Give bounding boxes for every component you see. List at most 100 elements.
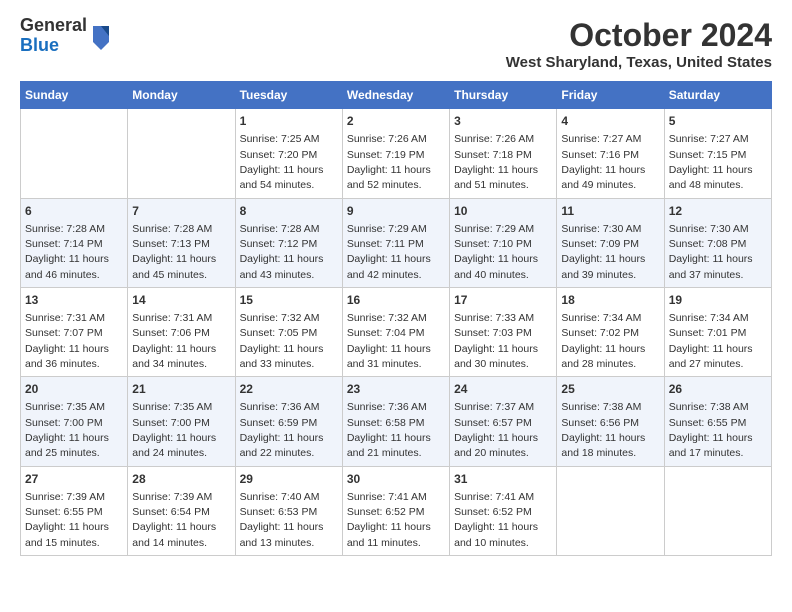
day-info: Sunrise: 7:30 AMSunset: 7:08 PMDaylight:…	[669, 223, 753, 281]
calendar-cell: 27Sunrise: 7:39 AMSunset: 6:55 PMDayligh…	[21, 466, 128, 555]
day-info: Sunrise: 7:25 AMSunset: 7:20 PMDaylight:…	[240, 133, 324, 191]
day-number: 28	[132, 471, 230, 488]
calendar-cell: 10 Sunrise: 7:29 AMSunset: 7:10 PMDayligh…	[450, 198, 557, 287]
logo-general: General	[20, 15, 87, 35]
logo-blue: Blue	[20, 35, 59, 55]
day-info: Sunrise: 7:40 AMSunset: 6:53 PMDaylight:…	[240, 491, 324, 549]
day-number: 21	[132, 381, 230, 398]
day-number: 8	[240, 203, 338, 220]
day-info: Sunrise: 7:26 AMSunset: 7:19 PMDaylight:…	[347, 133, 431, 191]
day-number: 2	[347, 113, 445, 130]
day-number: 22	[240, 381, 338, 398]
day-number: 10	[454, 203, 552, 220]
day-number: 14	[132, 292, 230, 309]
day-number: 16	[347, 292, 445, 309]
day-info: Sunrise: 7:31 AMSunset: 7:07 PMDaylight:…	[25, 312, 109, 370]
day-info: Sunrise: 7:34 AMSunset: 7:01 PMDaylight:…	[669, 312, 753, 370]
calendar-cell: 7 Sunrise: 7:28 AMSunset: 7:13 PMDaylight…	[128, 198, 235, 287]
day-info: Sunrise: 7:31 AMSunset: 7:06 PMDaylight:…	[132, 312, 216, 370]
calendar-cell: 9 Sunrise: 7:29 AMSunset: 7:11 PMDaylight…	[342, 198, 449, 287]
day-info: Sunrise: 7:28 AMSunset: 7:13 PMDaylight:…	[132, 223, 216, 281]
day-info: Sunrise: 7:26 AMSunset: 7:18 PMDaylight:…	[454, 133, 538, 191]
day-number: 18	[561, 292, 659, 309]
calendar-cell: 3 Sunrise: 7:26 AMSunset: 7:18 PMDaylight…	[450, 109, 557, 198]
day-number: 12	[669, 203, 767, 220]
calendar-cell	[664, 466, 771, 555]
day-number: 26	[669, 381, 767, 398]
day-number: 27	[25, 471, 123, 488]
calendar-cell: 25 Sunrise: 7:38 AMSunset: 6:56 PMDayligh…	[557, 377, 664, 466]
calendar-cell: 16 Sunrise: 7:32 AMSunset: 7:04 PMDayligh…	[342, 288, 449, 377]
header-day-monday: Monday	[128, 82, 235, 109]
calendar-cell: 13 Sunrise: 7:31 AMSunset: 7:07 PMDayligh…	[21, 288, 128, 377]
day-number: 5	[669, 113, 767, 130]
calendar-cell: 12 Sunrise: 7:30 AMSunset: 7:08 PMDayligh…	[664, 198, 771, 287]
day-info: Sunrise: 7:35 AMSunset: 7:00 PMDaylight:…	[25, 401, 109, 459]
day-number: 20	[25, 381, 123, 398]
day-number: 23	[347, 381, 445, 398]
day-info: Sunrise: 7:35 AMSunset: 7:00 PMDaylight:…	[132, 401, 216, 459]
day-number: 1	[240, 113, 338, 130]
header-day-tuesday: Tuesday	[235, 82, 342, 109]
calendar-cell: 4Sunrise: 7:27 AMSunset: 7:16 PMDaylight…	[557, 109, 664, 198]
calendar-cell: 29Sunrise: 7:40 AMSunset: 6:53 PMDayligh…	[235, 466, 342, 555]
title-block: October 2024 West Sharyland, Texas, Unit…	[506, 16, 772, 71]
day-info: Sunrise: 7:28 AMSunset: 7:14 PMDaylight:…	[25, 223, 109, 281]
calendar-cell: 14 Sunrise: 7:31 AMSunset: 7:06 PMDayligh…	[128, 288, 235, 377]
day-number: 24	[454, 381, 552, 398]
day-number: 31	[454, 471, 552, 488]
calendar-cell: 30Sunrise: 7:41 AMSunset: 6:52 PMDayligh…	[342, 466, 449, 555]
day-info: Sunrise: 7:36 AMSunset: 6:58 PMDaylight:…	[347, 401, 431, 459]
page-header: General Blue October 2024 West Sharyland…	[20, 16, 772, 71]
calendar-cell: 28 Sunrise: 7:39 AMSunset: 6:54 PMDayligh…	[128, 466, 235, 555]
header-day-wednesday: Wednesday	[342, 82, 449, 109]
day-info: Sunrise: 7:41 AMSunset: 6:52 PMDaylight:…	[347, 491, 431, 549]
day-number: 15	[240, 292, 338, 309]
day-info: Sunrise: 7:33 AMSunset: 7:03 PMDaylight:…	[454, 312, 538, 370]
day-info: Sunrise: 7:36 AMSunset: 6:59 PMDaylight:…	[240, 401, 324, 459]
day-number: 17	[454, 292, 552, 309]
day-info: Sunrise: 7:41 AMSunset: 6:52 PMDaylight:…	[454, 491, 538, 549]
day-number: 3	[454, 113, 552, 130]
calendar-cell	[128, 109, 235, 198]
calendar-cell: 20 Sunrise: 7:35 AMSunset: 7:00 PMDayligh…	[21, 377, 128, 466]
day-number: 19	[669, 292, 767, 309]
day-info: Sunrise: 7:27 AMSunset: 7:16 PMDaylight:…	[561, 133, 645, 191]
day-info: Sunrise: 7:38 AMSunset: 6:56 PMDaylight:…	[561, 401, 645, 459]
day-info: Sunrise: 7:32 AMSunset: 7:04 PMDaylight:…	[347, 312, 431, 370]
day-info: Sunrise: 7:29 AMSunset: 7:11 PMDaylight:…	[347, 223, 431, 281]
calendar-cell: 19 Sunrise: 7:34 AMSunset: 7:01 PMDayligh…	[664, 288, 771, 377]
day-info: Sunrise: 7:29 AMSunset: 7:10 PMDaylight:…	[454, 223, 538, 281]
calendar-header: SundayMondayTuesdayWednesdayThursdayFrid…	[21, 82, 772, 109]
calendar-cell: 23 Sunrise: 7:36 AMSunset: 6:58 PMDayligh…	[342, 377, 449, 466]
calendar-cell	[557, 466, 664, 555]
logo-text: General Blue	[20, 16, 87, 56]
day-number: 6	[25, 203, 123, 220]
header-row: SundayMondayTuesdayWednesdayThursdayFrid…	[21, 82, 772, 109]
header-day-saturday: Saturday	[664, 82, 771, 109]
day-info: Sunrise: 7:39 AMSunset: 6:54 PMDaylight:…	[132, 491, 216, 549]
day-info: Sunrise: 7:34 AMSunset: 7:02 PMDaylight:…	[561, 312, 645, 370]
week-row-1: 1 Sunrise: 7:25 AMSunset: 7:20 PMDaylight…	[21, 109, 772, 198]
day-info: Sunrise: 7:37 AMSunset: 6:57 PMDaylight:…	[454, 401, 538, 459]
logo: General Blue	[20, 16, 113, 56]
day-info: Sunrise: 7:38 AMSunset: 6:55 PMDaylight:…	[669, 401, 753, 459]
calendar-cell: 31 Sunrise: 7:41 AMSunset: 6:52 PMDayligh…	[450, 466, 557, 555]
day-number: 13	[25, 292, 123, 309]
calendar-cell	[21, 109, 128, 198]
header-day-thursday: Thursday	[450, 82, 557, 109]
day-info: Sunrise: 7:32 AMSunset: 7:05 PMDaylight:…	[240, 312, 324, 370]
calendar-cell: 6 Sunrise: 7:28 AMSunset: 7:14 PMDaylight…	[21, 198, 128, 287]
calendar-cell: 26 Sunrise: 7:38 AMSunset: 6:55 PMDayligh…	[664, 377, 771, 466]
day-info: Sunrise: 7:30 AMSunset: 7:09 PMDaylight:…	[561, 223, 645, 281]
week-row-3: 13 Sunrise: 7:31 AMSunset: 7:07 PMDayligh…	[21, 288, 772, 377]
calendar-cell: 24 Sunrise: 7:37 AMSunset: 6:57 PMDayligh…	[450, 377, 557, 466]
day-number: 7	[132, 203, 230, 220]
calendar-cell: 1 Sunrise: 7:25 AMSunset: 7:20 PMDaylight…	[235, 109, 342, 198]
day-number: 25	[561, 381, 659, 398]
day-number: 9	[347, 203, 445, 220]
week-row-2: 6 Sunrise: 7:28 AMSunset: 7:14 PMDaylight…	[21, 198, 772, 287]
subtitle: West Sharyland, Texas, United States	[506, 54, 772, 71]
calendar-cell: 17 Sunrise: 7:33 AMSunset: 7:03 PMDayligh…	[450, 288, 557, 377]
logo-icon	[89, 22, 113, 50]
